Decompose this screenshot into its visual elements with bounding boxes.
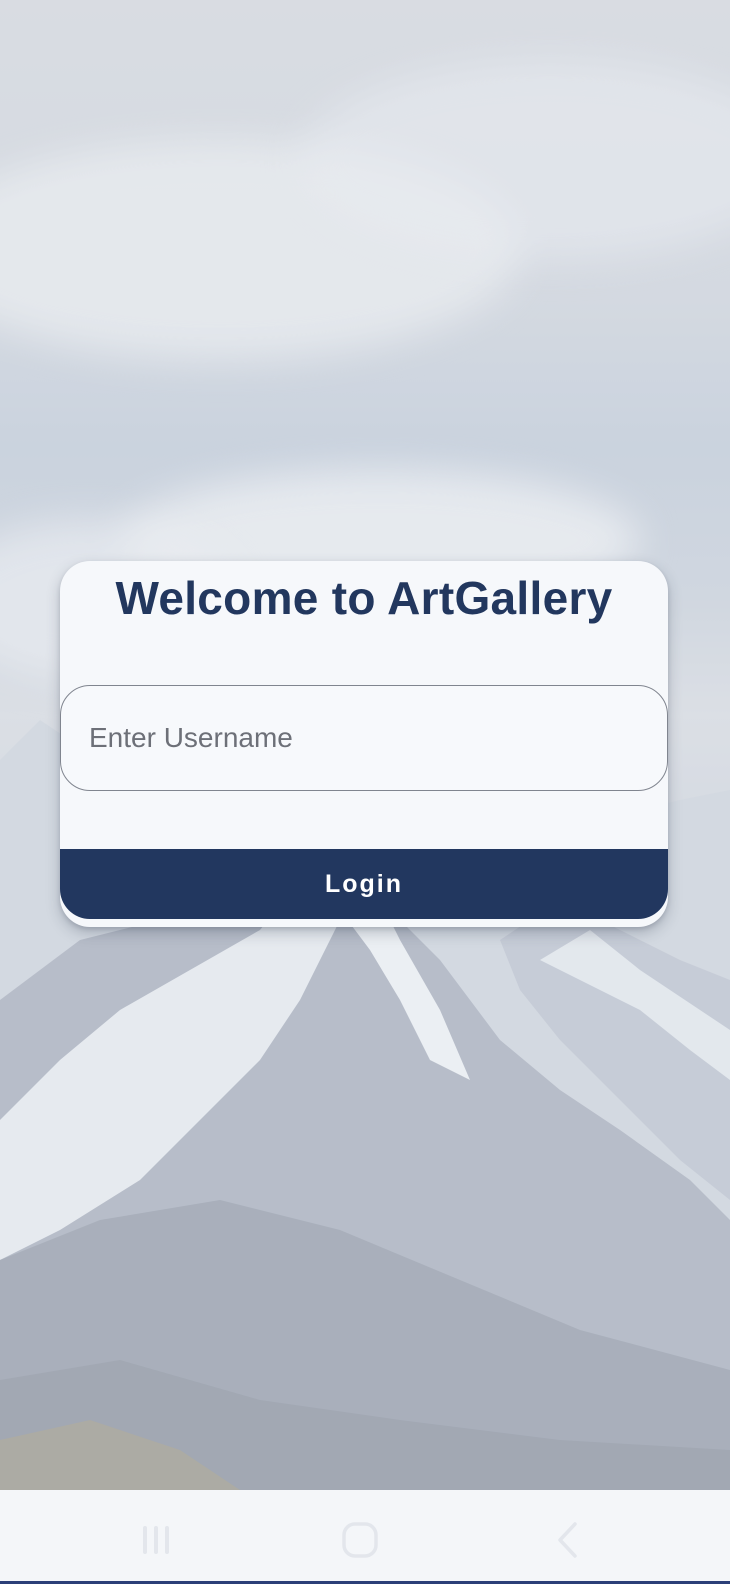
login-card: Welcome to ArtGallery Login	[60, 561, 668, 927]
welcome-title: Welcome to ArtGallery	[115, 572, 613, 624]
back-button[interactable]	[546, 1518, 590, 1562]
login-button[interactable]: Login	[60, 849, 668, 919]
system-navigation-bar	[0, 1490, 730, 1584]
recent-apps-icon	[143, 1526, 169, 1554]
username-input[interactable]	[60, 685, 668, 791]
back-icon	[558, 1522, 577, 1558]
recent-apps-button[interactable]	[134, 1518, 178, 1562]
app-screen: Welcome to ArtGallery Login	[0, 0, 730, 1490]
home-icon	[342, 1522, 378, 1558]
home-button[interactable]	[338, 1518, 382, 1562]
